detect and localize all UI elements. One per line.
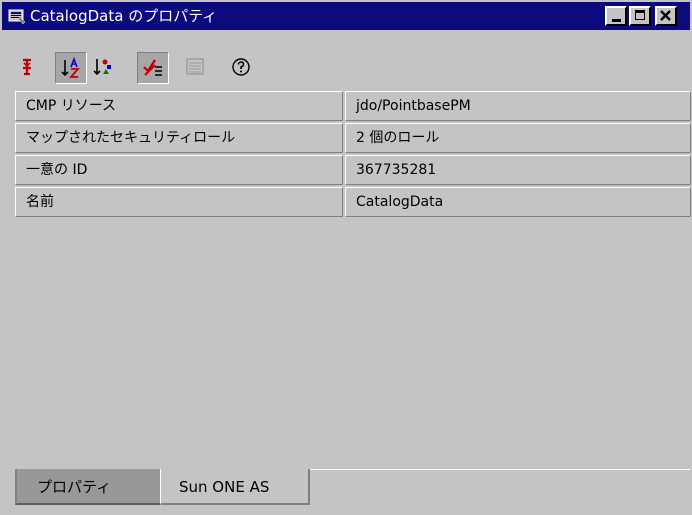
customizer-button[interactable] (180, 52, 212, 84)
title-bar[interactable]: CatalogData のプロパティ (2, 2, 690, 30)
window-title: CatalogData のプロパティ (30, 7, 218, 25)
maximize-icon (635, 10, 645, 20)
property-value[interactable]: 367735281 (345, 155, 691, 185)
show-editable-only-icon (143, 59, 162, 76)
property-row: CMP リソース jdo/PointbasePM (15, 91, 691, 121)
property-row: マップされたセキュリティロール 2 個のロール (15, 123, 691, 153)
property-row: 名前 CatalogData (15, 187, 691, 217)
close-button[interactable] (655, 6, 677, 26)
maximize-button[interactable] (629, 6, 651, 26)
property-name[interactable]: 一意の ID (15, 155, 343, 185)
tab-properties[interactable]: プロパティ (15, 469, 160, 505)
property-name[interactable]: マップされたセキュリティロール (15, 123, 343, 153)
sort-by-name-button[interactable] (55, 52, 87, 84)
unsorted-icon (23, 58, 31, 76)
property-value[interactable]: CatalogData (345, 187, 691, 217)
property-row: 一意の ID 367735281 (15, 155, 691, 185)
toolbar (2, 32, 690, 88)
close-icon (660, 10, 671, 21)
property-sheet: CMP リソース jdo/PointbasePM マップされたセキュリティロール… (15, 91, 691, 219)
property-name[interactable]: CMP リソース (15, 91, 343, 121)
customizer-icon (186, 58, 204, 75)
property-value[interactable]: jdo/PointbasePM (345, 91, 691, 121)
minimize-button[interactable] (605, 6, 627, 26)
show-editable-only-button[interactable] (137, 52, 169, 84)
property-name[interactable]: 名前 (15, 187, 343, 217)
properties-window-icon (8, 9, 26, 25)
help-button[interactable] (226, 52, 258, 84)
sort-by-type-icon (93, 59, 111, 76)
help-icon (232, 58, 250, 76)
sort-by-type-button[interactable] (88, 52, 120, 84)
property-value[interactable]: 2 個のロール (345, 123, 691, 153)
properties-window: CatalogData のプロパティ CMP リソース jdo/Pointbas… (0, 0, 692, 515)
tab-sun-one-as[interactable]: Sun ONE AS (160, 469, 310, 505)
unsorted-button[interactable] (12, 52, 44, 84)
sort-by-name-icon (61, 56, 80, 78)
minimize-icon (612, 19, 621, 22)
